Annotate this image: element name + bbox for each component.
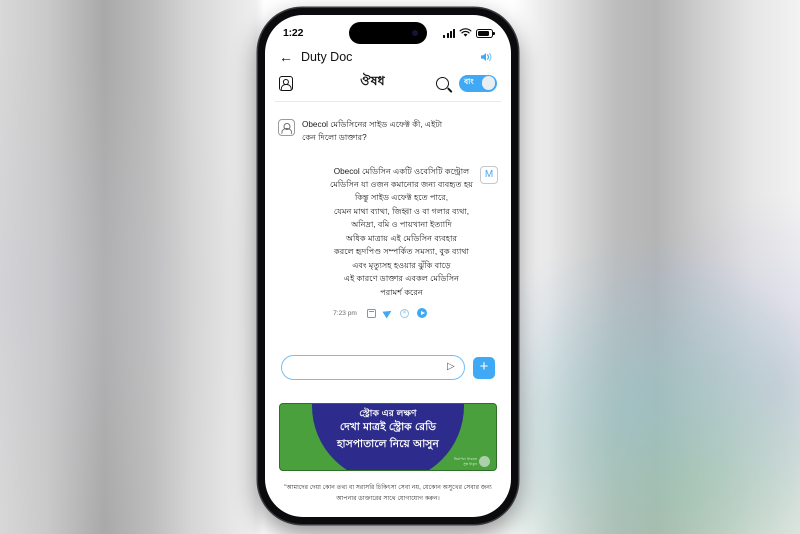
person-icon[interactable] [279,75,293,91]
bot-line: অধিক মাত্রায় এই মেডিসিন ব্যবহার [345,233,457,243]
message-input-box[interactable] [281,355,465,380]
stop-icon[interactable]: ✕ [399,308,409,318]
bot-line: এই কারণে ডাক্তার এবকল মেডিসিন [343,274,460,284]
person-avatar-icon [278,119,295,136]
bot-avatar-label: M [484,169,494,181]
message-actions: 7:23 pm ✕ [278,307,498,319]
bot-line: করলে হৃদপিণ্ড সম্পর্কিত সমস্যা, বুক ব্যা… [333,247,469,257]
tabs-row: ঔষধ বাং [265,71,511,101]
banner-line-3: হাসপাতালে নিয়ে আসুন [337,438,439,450]
speaker-icon[interactable] [480,51,495,63]
search-icon[interactable] [436,76,449,90]
banner-logo-text: নিরাপদে থাকতে সুস্থ থাকুন [454,457,477,467]
disclaimer-text: "আমাদের দেয়া কোন তথ্য বা সরাসরি চিকিৎসা… [284,484,492,502]
user-message-text: Obecol মেডিসিনের সাইড এফেক্ট কী, এইটা কে… [302,120,443,143]
message-composer: + [265,355,511,380]
cellular-bars-icon [443,28,455,38]
bot-line: পরামর্শ করেন [380,287,423,297]
bot-line: যেমন মাথা ব্যাথা, জিহ্বা ও বা গলার ব্যথা… [333,206,470,216]
camera-lens-icon [412,30,418,36]
bot-line: এবং মৃত্যুসহ হওয়ার ঝুঁকি বাড়ে [352,260,451,270]
wifi-icon [459,28,472,37]
bot-line: অনিদ্রা, বমি ও পায়খানা ইত্যাদি [351,220,452,230]
banner-logo-line-1: নিরাপদে থাকতে [454,456,477,461]
bot-message: Obecol মেডিসিন একটি ওবেসিটি কন্ট্রোল মেড… [278,165,498,300]
language-toggle[interactable]: বাং [459,74,497,92]
banner-line-1: স্ট্রোক এর লক্ষণ [359,408,417,418]
share-icon[interactable] [382,307,394,319]
language-toggle-label: বাং [464,77,474,86]
bot-message-text: Obecol মেডিসিন একটি ওবেসিটি কন্ট্রোল মেড… [330,165,473,300]
user-message: Obecol মেডিসিনের সাইড এফেক্ট কী, এইটা কে… [278,118,498,145]
send-arrow-icon[interactable] [447,362,455,372]
battery-icon [476,28,495,38]
tab-medicine[interactable]: ঔষধ [299,73,430,93]
banner-logo-mark-icon [479,456,490,467]
bot-line: Obecol মেডিসিন একটি ওবেসিটি কন্ট্রোল [333,166,470,176]
message-timestamp: 7:23 pm [333,309,357,317]
chat-thread: Obecol মেডিসিনের সাইড এফেক্ট কী, এইটা কে… [265,102,511,319]
toggle-knob [481,76,496,90]
status-indicators [443,28,495,38]
promo-banner[interactable]: স্ট্রোক এর লক্ষণ দেখা মাত্রই স্ট্রোক রেড… [279,403,497,471]
bot-avatar: M [480,165,498,184]
banner-logo: নিরাপদে থাকতে সুস্থ থাকুন [454,456,490,467]
add-attachment-button[interactable]: + [473,356,495,379]
banner-line-2: দেখা মাত্রই স্ট্রোক রেডি [339,421,437,433]
app-bar: ← Duty Doc [265,45,511,71]
banner-logo-line-2: সুস্থ থাকুন [463,461,477,466]
status-bar: 1:22 [265,15,511,45]
bot-line: মেডিসিন যা ওজন কমানোর জন্য ব্যবহৃত হয় [329,180,473,190]
play-icon[interactable] [416,308,427,319]
message-input[interactable] [291,363,447,372]
phone-frame: 1:22 ← Duty Doc ঔষধ বাং Obecol মেডিসিনের… [258,8,518,524]
page-title: Duty Doc [301,50,353,64]
phone-screen: 1:22 ← Duty Doc ঔষধ বাং Obecol মেডিসিনের… [265,15,511,517]
bot-line: কিন্তু সাইড এফেক্ট হতে পারে, [354,193,449,203]
copy-icon[interactable] [366,308,376,318]
status-time: 1:22 [283,27,304,39]
dynamic-island [349,22,427,44]
back-arrow-icon[interactable]: ← [279,50,293,64]
